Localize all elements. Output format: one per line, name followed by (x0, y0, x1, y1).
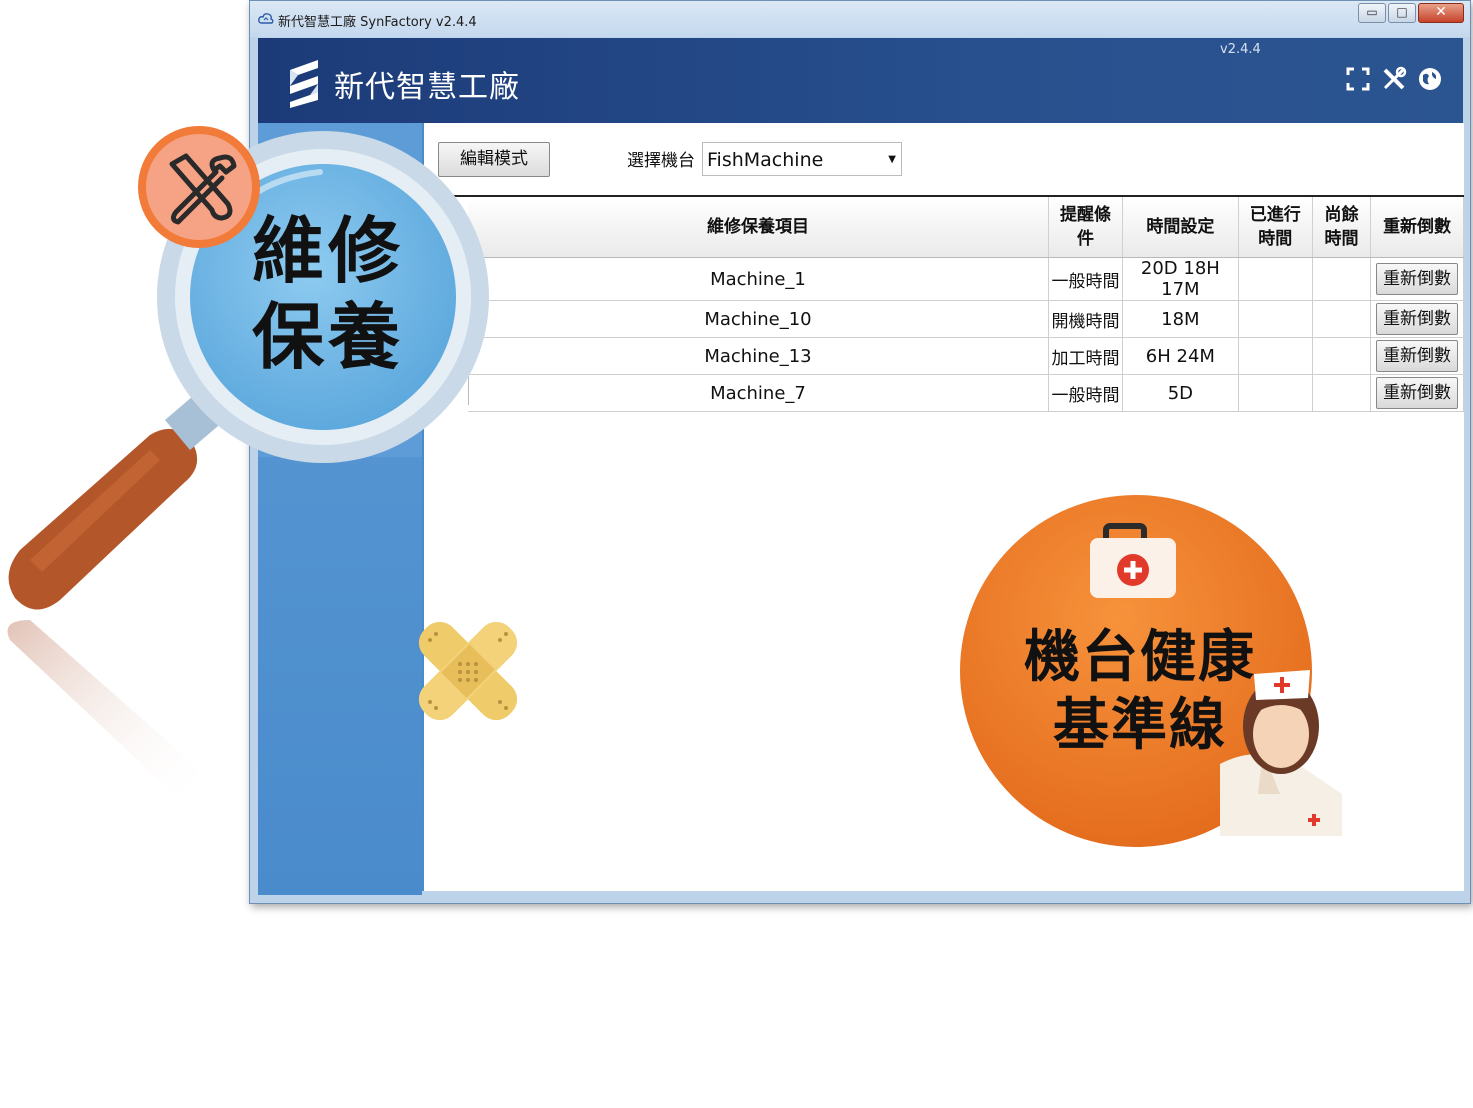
wrench-screwdriver-icon (138, 126, 260, 248)
reset-countdown-button[interactable]: 重新倒數 (1376, 263, 1459, 295)
maximize-button[interactable]: □ (1388, 3, 1416, 23)
cell-elapsed (1238, 257, 1313, 301)
cell-elapsed (1238, 300, 1313, 338)
magnifier-text-line2: 保養 (252, 295, 405, 379)
cell-time-setting: 18M (1122, 300, 1239, 338)
maintenance-grid: 維修保養項目 提醒條件 時間設定 已進行 時間 尚餘 時間 重新倒數 Machine… (468, 197, 1464, 412)
reset-countdown-button[interactable]: 重新倒數 (1376, 303, 1459, 335)
cell-reset: 重新倒數 (1370, 257, 1464, 301)
cell-item: Machine_13 (468, 337, 1049, 375)
table-row[interactable]: Machine_7 一般時間 5D 重新倒數 (468, 374, 1464, 412)
cell-item: Machine_7 (468, 374, 1049, 412)
cell-reset: 重新倒數 (1370, 337, 1464, 375)
cloud-app-icon (258, 13, 274, 24)
cell-condition: 開機時間 (1048, 300, 1124, 338)
cell-time-setting: 6H 24M (1122, 337, 1239, 375)
fullscreen-icon[interactable] (1345, 66, 1371, 92)
col-header-condition[interactable]: 提醒條件 (1048, 197, 1124, 258)
minimize-icon: ▭ (1366, 5, 1378, 19)
cell-condition: 一般時間 (1048, 257, 1124, 301)
cell-elapsed (1238, 337, 1313, 375)
brand-title: 新代智慧工廠 (334, 70, 520, 105)
window-controls: ▭ □ ✕ (1356, 3, 1464, 23)
cell-remaining (1312, 374, 1372, 412)
title-bar[interactable]: 新代智慧工廠 SynFactory v2.4.4 ▭ □ ✕ (250, 1, 1470, 37)
header-actions (1345, 66, 1443, 92)
close-button[interactable]: ✕ (1418, 3, 1464, 23)
maximize-icon: □ (1396, 5, 1408, 19)
tools-icon[interactable] (1381, 66, 1407, 92)
cell-reset: 重新倒數 (1370, 374, 1464, 412)
table-row[interactable]: Machine_13 加工時間 6H 24M 重新倒數 (468, 337, 1464, 375)
magnifier-reflection-graphic (7, 620, 200, 800)
cell-remaining (1312, 257, 1372, 301)
machine-select[interactable]: FishMachine ▼ (702, 142, 902, 176)
cell-remaining (1312, 300, 1372, 338)
machine-select-value: FishMachine (707, 149, 824, 171)
cell-condition: 加工時間 (1048, 337, 1124, 375)
window-title: 新代智慧工廠 SynFactory v2.4.4 (278, 15, 477, 30)
bandage-icon (418, 621, 518, 721)
dropdown-arrow-icon: ▼ (888, 154, 896, 165)
table-row[interactable]: Machine_10 開機時間 18M 重新倒數 (468, 300, 1464, 338)
cell-time-setting: 20D 18H 17M (1122, 257, 1239, 301)
col-header-reset[interactable]: 重新倒數 (1370, 197, 1464, 258)
col-header-time-setting[interactable]: 時間設定 (1122, 197, 1239, 258)
machine-select-label: 選擇機台 (627, 151, 695, 171)
cell-remaining (1312, 337, 1372, 375)
col-header-elapsed[interactable]: 已進行 時間 (1238, 197, 1313, 258)
cell-item: Machine_10 (468, 300, 1049, 338)
cell-item: Machine_1 (468, 257, 1049, 301)
cell-reset: 重新倒數 (1370, 300, 1464, 338)
syntec-logo-icon (290, 60, 318, 108)
magnifier-text-line1: 維修 (252, 209, 405, 293)
globe-icon[interactable] (1417, 66, 1443, 92)
version-label: v2.4.4 (1220, 42, 1261, 57)
close-icon: ✕ (1435, 4, 1447, 20)
table-row[interactable]: Machine_1 一般時間 20D 18H 17M 重新倒數 (468, 257, 1464, 301)
col-header-item[interactable]: 維修保養項目 (468, 197, 1049, 258)
reset-countdown-button[interactable]: 重新倒數 (1376, 377, 1459, 409)
minimize-button[interactable]: ▭ (1358, 3, 1386, 23)
cell-condition: 一般時間 (1048, 374, 1124, 412)
badge-text: 機台健康 基準線 (1020, 624, 1260, 760)
reset-countdown-button[interactable]: 重新倒數 (1376, 340, 1459, 372)
cell-time-setting: 5D (1122, 374, 1239, 412)
cell-elapsed (1238, 374, 1313, 412)
badge-text-line1: 機台健康 (1024, 625, 1256, 690)
app-header: 新代智慧工廠 v2.4.4 (258, 38, 1463, 123)
magnifier-text: 維修 保養 (252, 208, 404, 380)
col-header-remaining[interactable]: 尚餘 時間 (1312, 197, 1372, 258)
badge-text-line2: 基準線 (1053, 693, 1227, 758)
